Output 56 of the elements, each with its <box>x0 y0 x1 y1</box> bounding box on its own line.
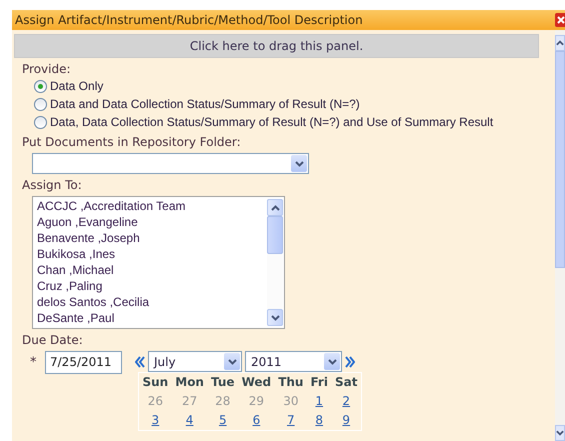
day-label: 28 <box>215 393 230 410</box>
scroll-button[interactable] <box>555 35 565 51</box>
list-item[interactable]: DeSante ,Paul <box>37 310 266 326</box>
scroll-button[interactable] <box>555 425 565 441</box>
weekday-header: Thu <box>277 374 304 391</box>
day-link[interactable]: 7 <box>287 411 295 430</box>
list-item[interactable]: Chan ,Michael <box>37 262 266 278</box>
field-label: Assign To: <box>22 178 83 193</box>
dropdown[interactable] <box>32 153 309 174</box>
list-item[interactable]: delos Santos ,Cecilia <box>37 294 266 310</box>
year-dropdown[interactable]: 2011 <box>245 351 342 372</box>
day-link[interactable]: 4 <box>186 411 194 430</box>
weekday-header: Sun <box>142 374 170 391</box>
day-link[interactable]: 6 <box>252 411 260 430</box>
radio-button[interactable] <box>34 98 47 110</box>
scroll-button[interactable] <box>267 309 283 326</box>
close-icon[interactable] <box>555 13 565 27</box>
required-mark: * <box>30 355 38 370</box>
previous-icon[interactable] <box>135 356 145 368</box>
scrollbar[interactable] <box>266 197 284 328</box>
field-label: Due Date: <box>22 333 84 348</box>
weekday-header: Fri <box>310 374 329 391</box>
list-item[interactable]: Cruz ,Paling <box>37 278 266 294</box>
day-label: 27 <box>182 393 198 410</box>
weekday-header: Sat <box>334 374 358 391</box>
list-item[interactable]: ACCJC ,Accreditation Team <box>37 198 266 214</box>
option-label[interactable]: Data Only <box>50 79 104 93</box>
list-box[interactable]: ACCJC ,Accreditation Team Aguon ,Evangeline Benavente ,Joseph Bukikosa ,Ines Chan ,Michael Cruz ,Paling delos Santos ,Cecilia DeSante ,Paul <box>32 196 285 329</box>
list-item[interactable]: Aguon ,Evangeline <box>37 214 266 230</box>
day-label: 26 <box>148 393 164 410</box>
day-link[interactable]: 3 <box>152 411 160 430</box>
day-link[interactable]: 2 <box>342 392 350 411</box>
day-link[interactable]: 5 <box>218 411 227 430</box>
field-label: Put Documents in Repository Folder: <box>22 135 242 150</box>
day-link[interactable]: 1 <box>315 392 324 411</box>
list-item[interactable]: Benavente ,Joseph <box>37 230 266 246</box>
scroll-button[interactable] <box>267 199 283 216</box>
month-dropdown[interactable]: July <box>148 351 242 372</box>
radio-button[interactable] <box>34 116 47 128</box>
date-field[interactable]: 7/25/2011 <box>45 351 122 374</box>
weekday-header: Tue <box>210 374 236 391</box>
day-label: 30 <box>283 393 298 410</box>
day-link[interactable]: 8 <box>315 411 324 430</box>
day-label: 29 <box>248 393 264 410</box>
radio-button[interactable] <box>34 80 47 92</box>
scrollbar[interactable] <box>555 30 565 441</box>
window-title: Assign Artifact/Instrument/Rubric/Method/Tool Description <box>15 13 363 27</box>
day-link[interactable]: 9 <box>342 411 350 430</box>
field-label: Provide: <box>22 62 72 77</box>
list-item[interactable]: Bukikosa ,Ines <box>37 246 266 262</box>
weekday-header: Wed <box>240 374 272 391</box>
option-label[interactable]: Data and Data Collection Status/Summary of Result (N=?) <box>50 97 360 111</box>
option-label[interactable]: Data, Data Collection Status/Summary of Result (N=?) and Use of Summary Result <box>50 115 494 129</box>
weekday-header: Mon <box>174 374 205 391</box>
next-icon[interactable] <box>345 356 355 368</box>
drag-bar[interactable]: Click here to drag this panel. <box>14 34 539 58</box>
